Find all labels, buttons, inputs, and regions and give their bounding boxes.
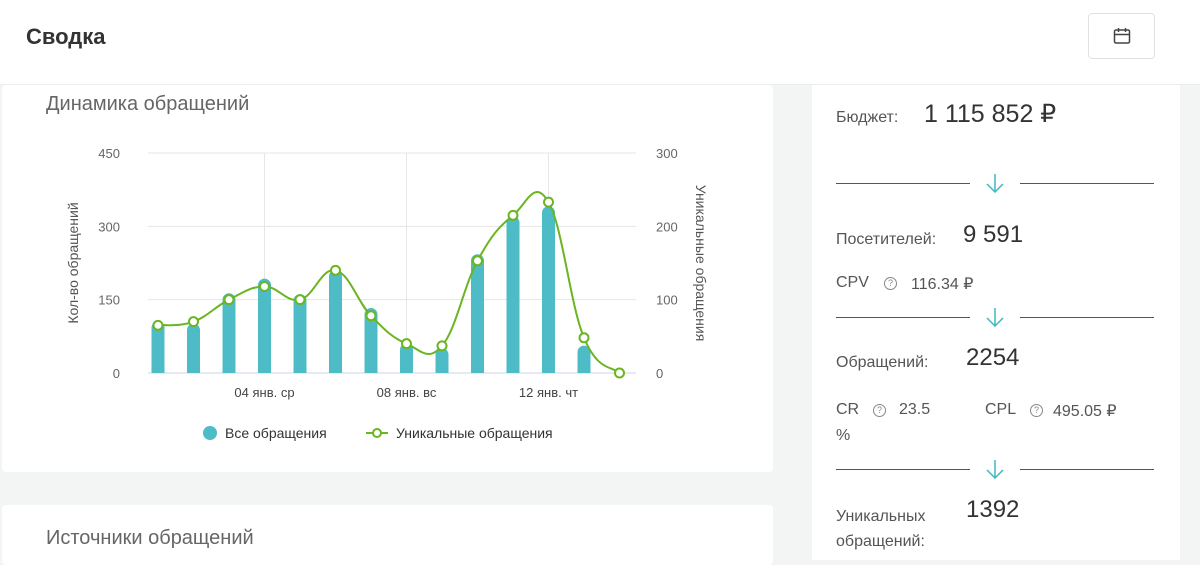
bar xyxy=(542,206,555,373)
legend-item-all[interactable]: Все обращения xyxy=(203,425,327,441)
leads-value: 2254 xyxy=(966,344,1020,371)
bar xyxy=(435,348,449,373)
cpv-label: CPV xyxy=(836,274,869,291)
unique-point xyxy=(259,280,270,292)
unique-point xyxy=(543,196,554,208)
y-axis-title: Кол-во обращений xyxy=(65,202,81,323)
x-tick-label: 12 янв. чт xyxy=(519,385,578,400)
cpl-value: 495.05 ₽ xyxy=(1053,403,1117,420)
funnel-separator xyxy=(836,307,1154,328)
leads-label: Обращений: xyxy=(836,354,929,371)
unique-value: 1392 xyxy=(966,496,1020,523)
arrow-down-icon xyxy=(986,460,1004,480)
y-tick-label: 300 xyxy=(98,219,120,234)
arrow-down-icon xyxy=(986,174,1004,194)
unique-label-line2: обращений: xyxy=(836,533,925,550)
y2-axis-title: Уникальные обращения xyxy=(693,185,709,342)
arrow-down-icon xyxy=(986,308,1004,328)
unique-point xyxy=(436,340,448,352)
sources-title: Источники обращений xyxy=(46,527,254,549)
legend-label: Уникальные обращения xyxy=(396,425,553,441)
bar xyxy=(577,345,591,373)
help-icon[interactable]: ? xyxy=(1030,404,1043,417)
cpv-value: 116.34 ₽ xyxy=(911,276,974,293)
unique-point xyxy=(507,209,519,221)
bar xyxy=(258,278,271,373)
sources-card: Источники обращений xyxy=(2,505,773,565)
calendar-icon xyxy=(1113,28,1130,44)
y2-tick-label: 100 xyxy=(656,293,678,308)
help-icon[interactable]: ? xyxy=(884,277,897,290)
x-tick-label: 08 янв. вс xyxy=(377,385,437,400)
unique-point xyxy=(401,338,412,350)
unique-point xyxy=(614,367,625,379)
bar xyxy=(329,269,342,373)
unique-point xyxy=(472,255,483,267)
cr-unit: % xyxy=(836,427,851,444)
y-tick-label: 0 xyxy=(113,366,120,381)
unique-point xyxy=(152,319,164,331)
funnel-separator xyxy=(836,173,1154,194)
visitors-value: 9 591 xyxy=(963,221,1024,248)
legend-item-unique[interactable]: Уникальные обращения xyxy=(366,425,553,441)
unique-point xyxy=(294,294,306,306)
unique-point xyxy=(365,310,377,322)
legend-label: Все обращения xyxy=(225,425,327,441)
visitors-label: Посетителей: xyxy=(836,231,937,248)
funnel-panel: Бюджет: 1 115 852 ₽ Посетителей: 9 591 C… xyxy=(812,85,1180,560)
cpl-label: CPL xyxy=(985,401,1017,418)
budget-value: 1 115 852 ₽ xyxy=(924,100,1057,128)
cr-label: CR xyxy=(836,401,860,418)
y-tick-label: 150 xyxy=(98,293,120,308)
x-tick-label: 04 янв. ср xyxy=(234,385,294,400)
unique-point xyxy=(330,264,341,276)
unique-point xyxy=(223,294,235,306)
bar xyxy=(222,293,236,373)
y-tick-label: 450 xyxy=(98,146,120,161)
bar xyxy=(187,323,200,373)
y2-tick-label: 0 xyxy=(656,366,663,381)
calendar-button[interactable] xyxy=(1088,13,1155,59)
funnel-separator xyxy=(836,459,1154,480)
y2-tick-label: 300 xyxy=(656,146,678,161)
dynamics-chart: 0 150 300 450 0 100 200 300 04 янв. ср 08 янв. вс… xyxy=(65,146,709,400)
unique-label-line1: Уникальных xyxy=(836,508,926,525)
bar xyxy=(506,216,520,373)
bar xyxy=(293,294,307,373)
unique-point xyxy=(578,332,590,344)
help-icon[interactable]: ? xyxy=(873,404,886,417)
y2-tick-label: 200 xyxy=(656,219,678,234)
unique-point xyxy=(188,316,199,328)
cr-value: 23.5 xyxy=(899,401,931,418)
budget-label: Бюджет: xyxy=(836,109,899,126)
legend-line-marker-icon xyxy=(366,428,388,438)
legend-bar-marker-icon xyxy=(203,426,217,440)
